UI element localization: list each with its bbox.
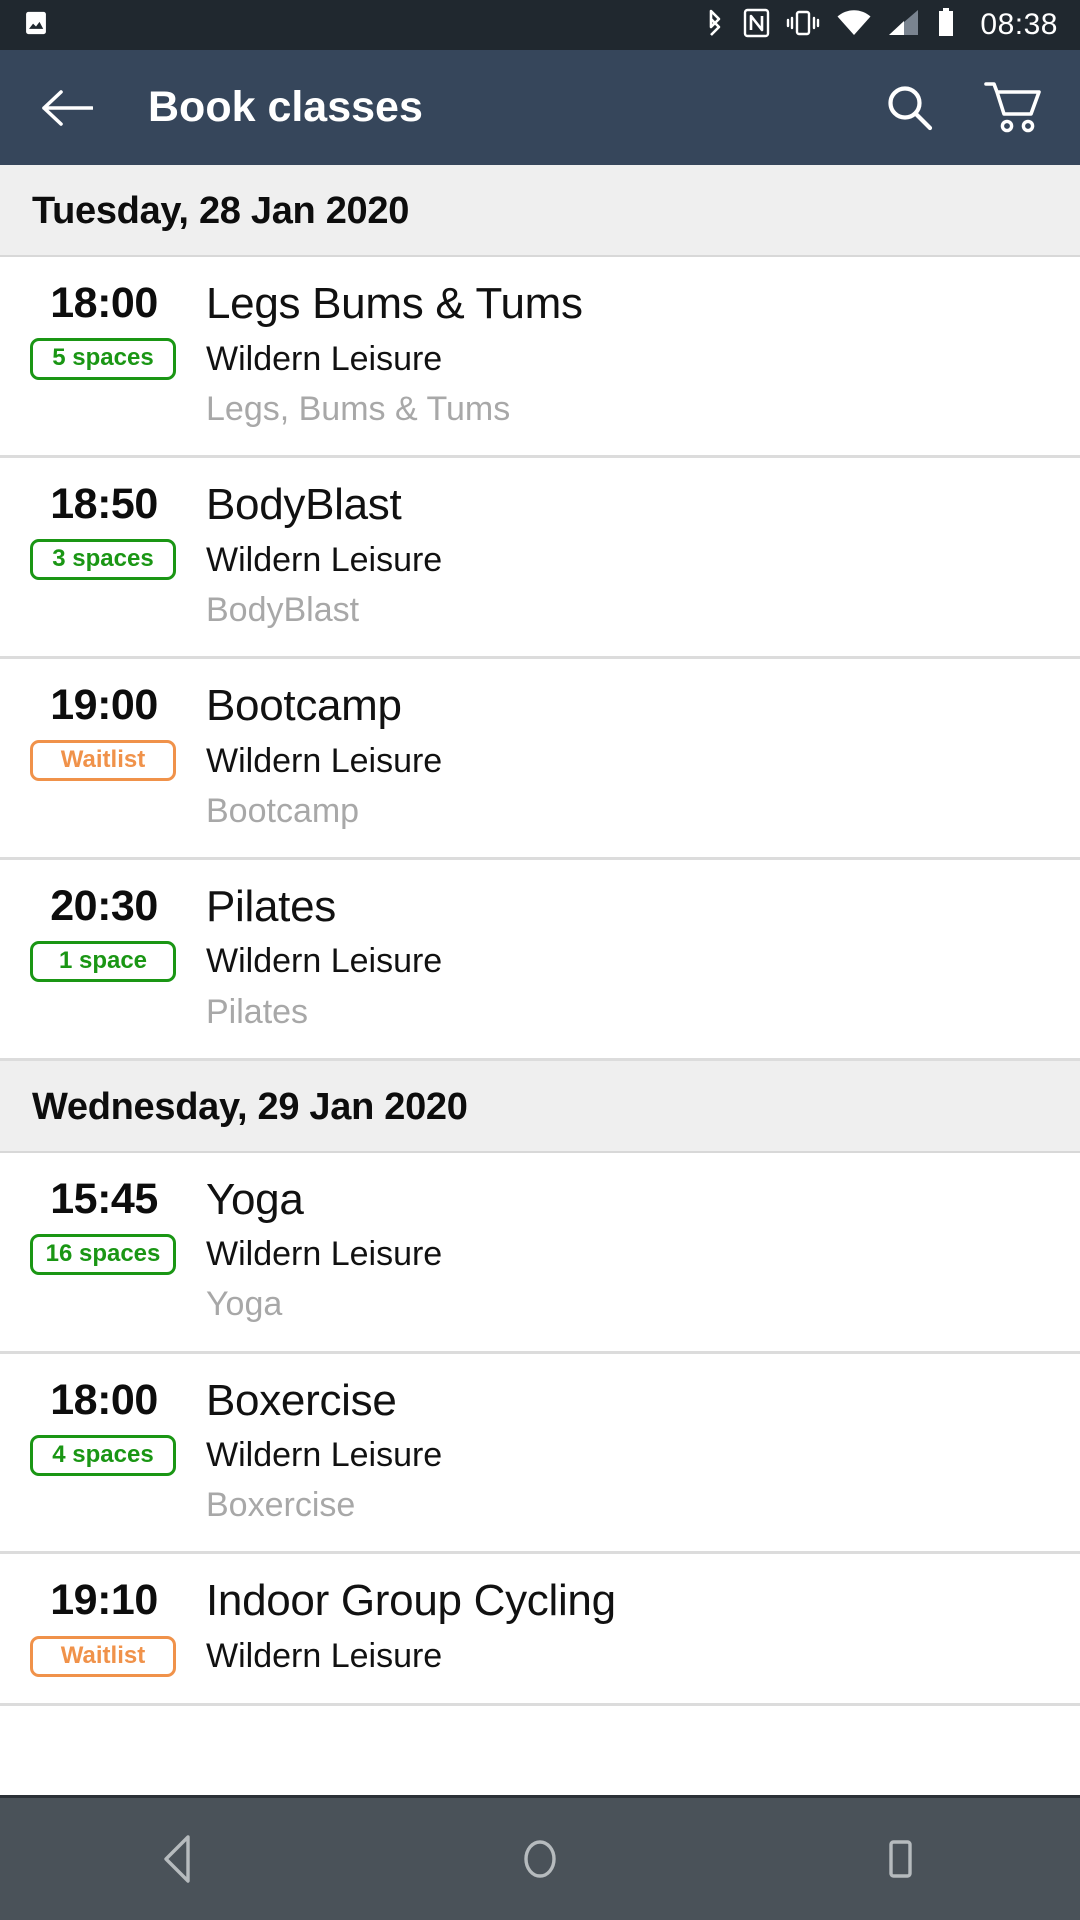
class-activity: Yoga: [206, 1285, 283, 1324]
page-title: Book classes: [148, 83, 423, 131]
date-header-label: Wednesday, 29 Jan 2020: [32, 1085, 468, 1128]
nfc-icon: [743, 7, 770, 44]
battery-icon: [936, 7, 956, 44]
nav-back-icon[interactable]: [105, 1797, 255, 1920]
class-time: 19:00: [50, 680, 158, 729]
class-venue: Wildern Leisure: [206, 942, 443, 981]
class-row[interactable]: 18:00 4 spaces Boxercise Wildern Leisure…: [0, 1353, 1080, 1555]
class-row[interactable]: 19:00 Waitlist Bootcamp Wildern Leisure …: [0, 658, 1080, 860]
nav-recents-icon[interactable]: [825, 1797, 975, 1920]
vibrate-icon: [786, 7, 820, 44]
date-header-label: Tuesday, 28 Jan 2020: [32, 190, 410, 232]
class-details-column: Yoga Wildern Leisure Yoga: [178, 1175, 1050, 1325]
class-details-column: Legs Bums & Tums Wildern Leisure Legs, B…: [178, 279, 1050, 429]
class-time: 15:45: [50, 1174, 158, 1223]
class-time: 18:50: [50, 479, 158, 528]
availability-badge: 3 spaces: [30, 539, 176, 581]
class-schedule-list[interactable]: Tuesday, 28 Jan 2020 18:00 5 spaces Legs…: [0, 165, 1080, 1795]
android-navigation-bar: [0, 1795, 1080, 1920]
class-row[interactable]: 18:00 5 spaces Legs Bums & Tums Wildern …: [0, 257, 1080, 458]
availability-badge: 1 space: [30, 940, 176, 983]
class-time-column: 20:30 1 space: [30, 882, 178, 983]
class-venue: Wildern Leisure: [206, 741, 443, 780]
class-details-column: Bootcamp Wildern Leisure Bootcamp: [178, 681, 1050, 831]
class-name: Indoor Group Cycling: [206, 1576, 616, 1626]
class-venue: Wildern Leisure: [206, 1235, 443, 1274]
availability-badge: Waitlist: [30, 739, 176, 782]
class-details-column: Indoor Group Cycling Wildern Leisure: [178, 1576, 1050, 1676]
class-time-column: 15:45 16 spaces: [30, 1175, 178, 1276]
class-activity: Pilates: [206, 992, 309, 1031]
date-header: Wednesday, 29 Jan 2020: [0, 1060, 1080, 1153]
app-toolbar: Book classes: [0, 50, 1080, 165]
class-activity: BodyBlast: [206, 590, 360, 629]
availability-badge: 4 spaces: [30, 1434, 176, 1477]
class-name: BodyBlast: [206, 479, 402, 529]
class-time: 20:30: [50, 881, 158, 930]
availability-badge: Waitlist: [30, 1635, 176, 1677]
class-time: 18:00: [50, 279, 158, 327]
class-details-column: Boxercise Wildern Leisure Boxercise: [178, 1376, 1050, 1526]
app-root: 08:38 Book classes Tuesday, 28 Jan 2020: [0, 0, 1080, 1920]
class-time-column: 19:10 Waitlist: [30, 1576, 178, 1677]
shopping-cart-icon[interactable]: [984, 78, 1044, 138]
class-details-column: BodyBlast Wildern Leisure BodyBlast: [178, 480, 1050, 630]
status-bar: 08:38: [0, 0, 1080, 50]
class-details-column: Pilates Wildern Leisure Pilates: [178, 882, 1050, 1032]
nav-home-icon[interactable]: [465, 1797, 615, 1920]
class-venue: Wildern Leisure: [206, 1436, 443, 1475]
class-time: 19:10: [50, 1576, 158, 1625]
class-time: 18:00: [50, 1375, 158, 1424]
back-arrow-icon[interactable]: [36, 77, 98, 139]
class-activity: Bootcamp: [206, 791, 360, 830]
photo-icon: [22, 9, 50, 42]
availability-badge: 16 spaces: [30, 1233, 176, 1276]
class-venue: Wildern Leisure: [206, 339, 443, 378]
class-venue: Wildern Leisure: [206, 1637, 443, 1676]
class-row[interactable]: 15:45 16 spaces Yoga Wildern Leisure Yog…: [0, 1152, 1080, 1354]
toolbar-actions: [880, 78, 1044, 138]
class-time-column: 18:50 3 spaces: [30, 480, 178, 581]
class-name: Boxercise: [206, 1375, 397, 1425]
class-activity: Boxercise: [206, 1486, 356, 1525]
status-bar-clock: 08:38: [980, 8, 1058, 41]
class-name: Yoga: [206, 1174, 304, 1224]
status-bar-notifications: [22, 9, 50, 42]
class-time-column: 18:00 4 spaces: [30, 1376, 178, 1477]
class-name: Bootcamp: [206, 680, 402, 730]
class-name: Legs Bums & Tums: [206, 279, 583, 328]
class-venue: Wildern Leisure: [206, 540, 443, 579]
class-row[interactable]: 18:50 3 spaces BodyBlast Wildern Leisure…: [0, 457, 1080, 659]
search-icon[interactable]: [880, 78, 940, 138]
class-activity: Legs, Bums & Tums: [206, 389, 511, 428]
date-header: Tuesday, 28 Jan 2020: [0, 165, 1080, 257]
class-row[interactable]: 20:30 1 space Pilates Wildern Leisure Pi…: [0, 859, 1080, 1061]
status-bar-system-icons: 08:38: [703, 7, 1058, 44]
class-time-column: 19:00 Waitlist: [30, 681, 178, 782]
signal-icon: [888, 8, 920, 43]
class-time-column: 18:00 5 spaces: [30, 279, 178, 380]
availability-badge: 5 spaces: [30, 338, 176, 380]
wifi-icon: [836, 8, 872, 43]
class-row[interactable]: 19:10 Waitlist Indoor Group Cycling Wild…: [0, 1554, 1080, 1706]
bluetooth-icon: [703, 7, 727, 44]
class-name: Pilates: [206, 881, 336, 931]
